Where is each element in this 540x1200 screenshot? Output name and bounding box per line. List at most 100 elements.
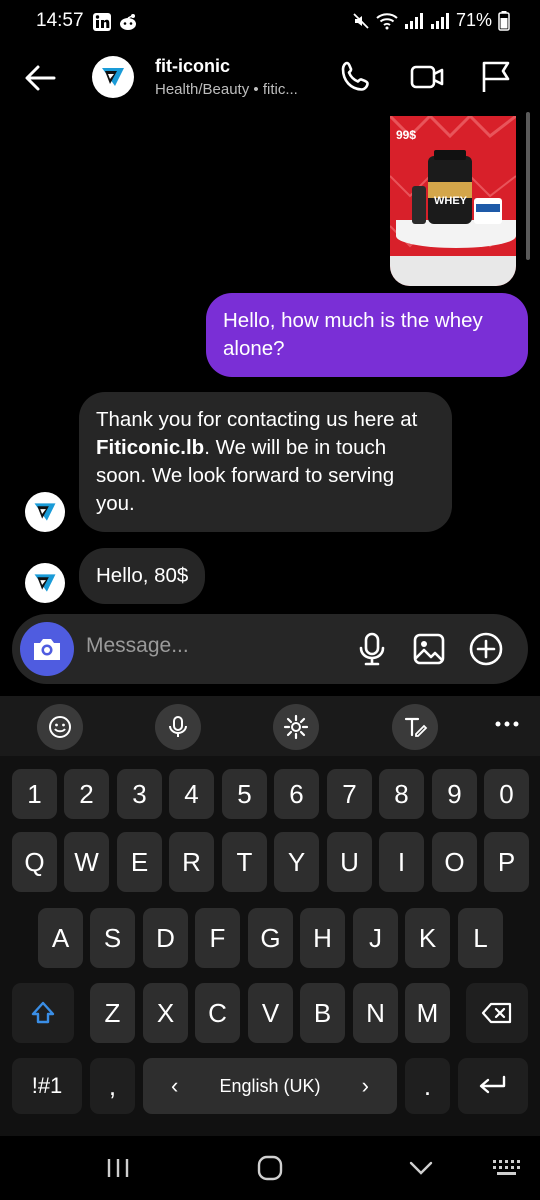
status-time: 14:57: [36, 10, 84, 31]
enter-key[interactable]: [458, 1058, 528, 1114]
reddit-icon: [120, 14, 136, 30]
battery-percent: 71%: [455, 10, 492, 30]
incoming-message[interactable]: Hello, 80$: [79, 548, 206, 604]
keyboard-settings-button[interactable]: [273, 704, 319, 750]
contact-subtitle: Health/Beauty • fitic...: [155, 81, 298, 98]
key-o[interactable]: O: [432, 832, 477, 892]
key-0[interactable]: 0: [484, 769, 529, 819]
key-1[interactable]: 1: [12, 769, 57, 819]
key-r[interactable]: R: [169, 832, 214, 892]
comma-key[interactable]: ,: [90, 1058, 135, 1114]
key-w[interactable]: W: [64, 832, 109, 892]
key-3[interactable]: 3: [117, 769, 162, 819]
message-input[interactable]: [86, 634, 326, 658]
space-label: English (UK): [219, 1075, 321, 1096]
incoming-message[interactable]: Thank you for contacting us here at Fiti…: [79, 392, 452, 532]
space-key[interactable]: ‹ English (UK) ›: [143, 1058, 397, 1114]
key-a[interactable]: A: [38, 908, 83, 968]
contact-avatar[interactable]: [92, 56, 134, 98]
phone-icon[interactable]: [338, 58, 376, 96]
key-b[interactable]: B: [300, 983, 345, 1043]
key-p[interactable]: P: [484, 832, 529, 892]
shift-key[interactable]: [12, 983, 74, 1043]
backspace-key[interactable]: [466, 983, 528, 1043]
space-right-arrow: ›: [361, 1073, 369, 1098]
flag-icon[interactable]: [476, 58, 514, 96]
key-c[interactable]: C: [195, 983, 240, 1043]
battery-icon: [498, 10, 510, 31]
enter-icon: [479, 1075, 506, 1094]
recents-icon: [107, 1159, 129, 1177]
key-t[interactable]: T: [222, 832, 267, 892]
shift-icon: [31, 1001, 55, 1024]
recents-button[interactable]: [98, 1152, 138, 1184]
emoji-icon: [49, 716, 71, 738]
key-q[interactable]: Q: [12, 832, 57, 892]
key-6[interactable]: 6: [274, 769, 319, 819]
scrollbar[interactable]: [526, 112, 530, 260]
chat-header: fit-iconic Health/Beauty • fitic...: [0, 44, 540, 112]
key-v[interactable]: V: [248, 983, 293, 1043]
emoji-button[interactable]: [37, 704, 83, 750]
microphone-icon[interactable]: [354, 631, 390, 667]
key-u[interactable]: U: [327, 832, 372, 892]
backspace-icon: [481, 1002, 512, 1024]
key-z[interactable]: Z: [90, 983, 135, 1043]
symbols-key[interactable]: !#1: [12, 1058, 82, 1114]
key-e[interactable]: E: [117, 832, 162, 892]
key-2[interactable]: 2: [64, 769, 109, 819]
key-s[interactable]: S: [90, 908, 135, 968]
business-name: Fiticonic.lb: [96, 436, 205, 459]
key-h[interactable]: H: [300, 908, 345, 968]
hide-keyboard-button[interactable]: [401, 1152, 441, 1184]
signal-icon-2: [430, 12, 449, 29]
key-9[interactable]: 9: [432, 769, 477, 819]
chevron-down-icon: [409, 1161, 433, 1175]
back-arrow-icon[interactable]: [20, 58, 60, 98]
key-k[interactable]: K: [405, 908, 450, 968]
key-8[interactable]: 8: [379, 769, 424, 819]
outgoing-message[interactable]: Hello, how much is the whey alone?: [206, 293, 528, 377]
microphone-icon: [169, 716, 187, 737]
text-edit-icon: [404, 717, 428, 737]
video-call-icon[interactable]: [408, 58, 446, 96]
wifi-icon: [376, 12, 398, 29]
status-bar: 14:57 71%: [0, 0, 540, 44]
home-icon: [257, 1155, 283, 1181]
product-price: 99$: [396, 128, 417, 142]
key-n[interactable]: N: [353, 983, 398, 1043]
sender-avatar[interactable]: [25, 563, 65, 603]
system-nav-bar: [0, 1136, 540, 1200]
signal-icon: [404, 12, 423, 29]
keyboard: 1 2 3 4 5 6 7 8 9 0 Q W E R T Y U I O P …: [0, 696, 540, 1136]
key-5[interactable]: 5: [222, 769, 267, 819]
key-y[interactable]: Y: [274, 832, 319, 892]
gallery-icon[interactable]: [411, 631, 447, 667]
camera-icon: [34, 639, 60, 660]
linkedin-icon: [93, 13, 111, 31]
keyboard-toolbar: [0, 696, 540, 756]
sender-avatar[interactable]: [25, 492, 65, 532]
key-m[interactable]: M: [405, 983, 450, 1043]
more-options-icon[interactable]: [494, 720, 520, 728]
home-button[interactable]: [250, 1152, 290, 1184]
camera-button[interactable]: [20, 622, 74, 676]
key-7[interactable]: 7: [327, 769, 372, 819]
key-i[interactable]: I: [379, 832, 424, 892]
key-x[interactable]: X: [143, 983, 188, 1043]
product-label: WHEY: [434, 195, 467, 207]
key-j[interactable]: J: [353, 908, 398, 968]
key-l[interactable]: L: [458, 908, 503, 968]
key-d[interactable]: D: [143, 908, 188, 968]
text-style-button[interactable]: [392, 704, 438, 750]
product-image[interactable]: 99$ WHEY: [390, 116, 516, 286]
keyboard-switch-button[interactable]: [486, 1152, 526, 1184]
contact-name[interactable]: fit-iconic: [155, 56, 230, 77]
voice-input-button[interactable]: [155, 704, 201, 750]
key-f[interactable]: F: [195, 908, 240, 968]
period-key[interactable]: .: [405, 1058, 450, 1114]
chat-thread[interactable]: 99$ WHEY Hello, how much is the whey alo…: [0, 112, 540, 612]
key-4[interactable]: 4: [169, 769, 214, 819]
key-g[interactable]: G: [248, 908, 293, 968]
add-icon[interactable]: [468, 631, 504, 667]
